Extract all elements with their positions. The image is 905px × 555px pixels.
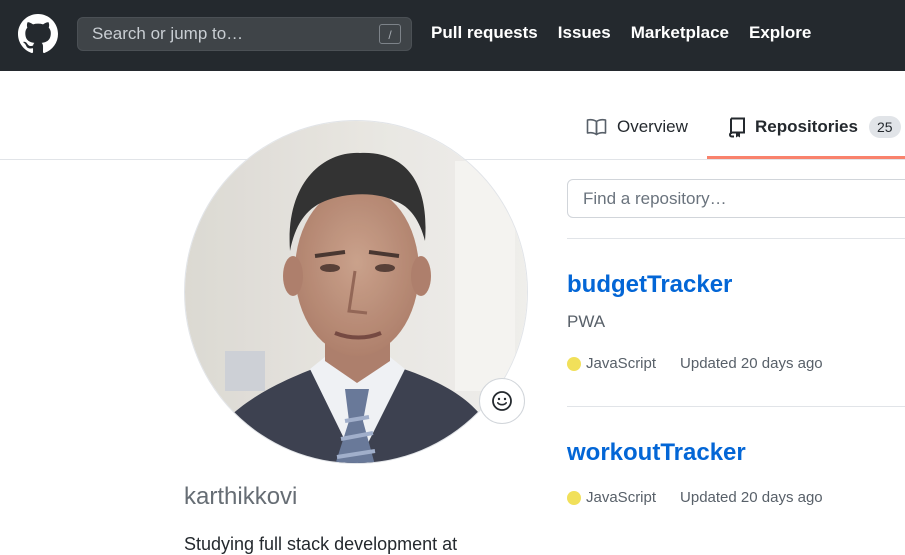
repo-link-workouttracker[interactable]: workoutTracker: [567, 439, 746, 467]
profile-bio: Studying full stack development at: [184, 534, 458, 554]
book-icon: [586, 118, 607, 136]
find-repository-input[interactable]: [583, 180, 883, 217]
nav-issues[interactable]: Issues: [558, 23, 611, 43]
repo-description: PWA: [567, 312, 606, 331]
nav-pull-requests[interactable]: Pull requests: [431, 23, 538, 43]
profile-avatar[interactable]: [184, 120, 528, 464]
global-search[interactable]: /: [77, 17, 412, 51]
repo-updated: Updated 20 days ago: [680, 489, 823, 506]
repo-language: JavaScript: [586, 355, 657, 372]
search-input[interactable]: [92, 18, 372, 50]
tab-repositories[interactable]: Repositories 25: [728, 116, 901, 138]
nav-explore[interactable]: Explore: [749, 23, 811, 43]
find-repository[interactable]: [567, 179, 905, 218]
repo-language: JavaScript: [586, 489, 657, 506]
language-color-dot: [567, 356, 581, 371]
repo-meta: JavaScript Updated 20 days ago: [567, 355, 823, 372]
repo-list-divider: [567, 238, 905, 239]
repo-icon: [728, 117, 745, 137]
repo-list-divider: [567, 406, 905, 407]
repo-updated: Updated 20 days ago: [680, 355, 823, 372]
active-tab-underline: [707, 156, 905, 159]
repo-meta: JavaScript Updated 20 days ago: [567, 489, 823, 506]
tab-overview[interactable]: Overview: [586, 117, 688, 137]
repo-link-budgettracker[interactable]: budgetTracker: [567, 271, 732, 299]
set-status-button[interactable]: [479, 378, 525, 424]
nav-marketplace[interactable]: Marketplace: [631, 23, 729, 43]
search-shortcut-key: /: [379, 24, 401, 44]
tab-overview-label: Overview: [617, 117, 688, 136]
repositories-count-badge: 25: [868, 116, 901, 138]
language-color-dot: [567, 490, 581, 505]
profile-username: karthikkovi: [184, 483, 298, 510]
github-logo-icon[interactable]: [18, 14, 58, 54]
smiley-icon: [492, 391, 512, 411]
global-header: / Pull requests Issues Marketplace Explo…: [0, 0, 905, 71]
header-nav: Pull requests Issues Marketplace Explore: [431, 23, 831, 43]
tab-repositories-label: Repositories: [755, 117, 858, 136]
